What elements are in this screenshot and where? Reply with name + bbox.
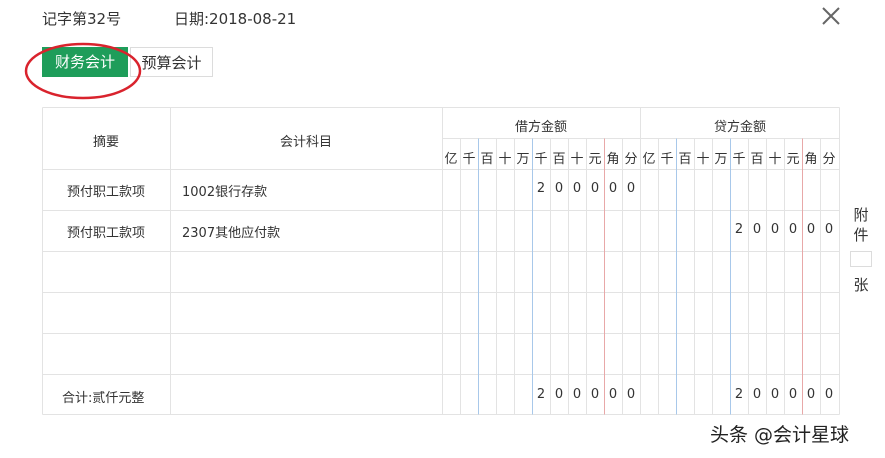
tab-budget-accounting[interactable]: 预算会计 bbox=[130, 47, 213, 77]
unit-header: 千 bbox=[462, 152, 476, 167]
unit-header: 亿 bbox=[444, 152, 458, 167]
unit-header: 万 bbox=[516, 152, 530, 167]
amount-digit: 0 bbox=[590, 181, 600, 196]
amount-digit: 0 bbox=[806, 222, 816, 237]
amount-digit: 0 bbox=[788, 222, 798, 237]
unit-header: 百 bbox=[750, 152, 764, 167]
row-account: 2307其他应付款 bbox=[182, 226, 281, 241]
row-summary: 预付职工款项 bbox=[66, 185, 145, 200]
attachment-count-input[interactable] bbox=[850, 251, 872, 267]
attachment-label-char: 件 bbox=[853, 226, 869, 244]
unit-header: 角 bbox=[804, 152, 818, 167]
amount-digit: 0 bbox=[572, 181, 582, 196]
attachment-panel: 附 件 张 bbox=[848, 205, 874, 295]
amount-digit: 0 bbox=[590, 387, 600, 402]
header-credit: 贷方金额 bbox=[713, 120, 766, 135]
unit-header: 百 bbox=[678, 152, 692, 167]
unit-header: 分 bbox=[624, 152, 638, 167]
unit-header: 万 bbox=[714, 152, 728, 167]
unit-header: 元 bbox=[786, 152, 800, 167]
amount-digit: 0 bbox=[770, 387, 780, 402]
unit-header: 十 bbox=[498, 152, 512, 167]
close-icon[interactable] bbox=[820, 5, 842, 27]
amount-digit: 0 bbox=[752, 387, 762, 402]
amount-digit: 2 bbox=[536, 181, 546, 196]
unit-header: 亿 bbox=[642, 152, 656, 167]
row-summary: 预付职工款项 bbox=[66, 226, 145, 241]
header-account: 会计科目 bbox=[279, 135, 332, 150]
tab-financial-accounting[interactable]: 财务会计 bbox=[42, 47, 128, 77]
unit-header: 千 bbox=[660, 152, 674, 167]
amount-digit: 0 bbox=[554, 181, 564, 196]
amount-digit: 0 bbox=[626, 181, 636, 196]
amount-digit: 0 bbox=[824, 222, 834, 237]
amount-digit: 2 bbox=[734, 387, 744, 402]
amount-digit: 0 bbox=[608, 181, 618, 196]
amount-digit: 0 bbox=[554, 387, 564, 402]
attachment-unit: 张 bbox=[853, 276, 869, 294]
unit-header: 百 bbox=[552, 152, 566, 167]
unit-header: 十 bbox=[768, 152, 782, 167]
voucher-date: 日期:2018-08-21 bbox=[174, 10, 297, 28]
total-label: 合计:贰仟元整 bbox=[62, 391, 145, 406]
header-summary: 摘要 bbox=[92, 135, 119, 150]
attachment-label-char: 附 bbox=[853, 206, 869, 224]
unit-header: 千 bbox=[534, 152, 548, 167]
voucher-number: 记字第32号 bbox=[42, 10, 122, 28]
amount-digit: 2 bbox=[734, 222, 744, 237]
amount-digit: 0 bbox=[770, 222, 780, 237]
amount-digit: 0 bbox=[788, 387, 798, 402]
amount-digit: 0 bbox=[752, 222, 762, 237]
watermark: 头条 @会计星球 bbox=[710, 424, 850, 446]
amount-digit: 0 bbox=[806, 387, 816, 402]
unit-header: 十 bbox=[696, 152, 710, 167]
unit-header: 百 bbox=[480, 152, 494, 167]
unit-header: 千 bbox=[732, 152, 746, 167]
unit-header: 分 bbox=[822, 152, 836, 167]
amount-digit: 0 bbox=[824, 387, 834, 402]
unit-header: 角 bbox=[606, 152, 620, 167]
amount-digit: 0 bbox=[572, 387, 582, 402]
header-debit: 借方金额 bbox=[514, 120, 567, 135]
amount-digit: 0 bbox=[626, 387, 636, 402]
unit-header: 十 bbox=[570, 152, 584, 167]
voucher-table: 摘要 会计科目 借方金额 贷方金额亿千百十万千百十元角分亿千百十万千百十元角分预付职工… bbox=[42, 107, 840, 415]
amount-digit: 0 bbox=[608, 387, 618, 402]
unit-header: 元 bbox=[588, 152, 602, 167]
row-account: 1002银行存款 bbox=[182, 185, 268, 200]
amount-digit: 2 bbox=[536, 387, 546, 402]
